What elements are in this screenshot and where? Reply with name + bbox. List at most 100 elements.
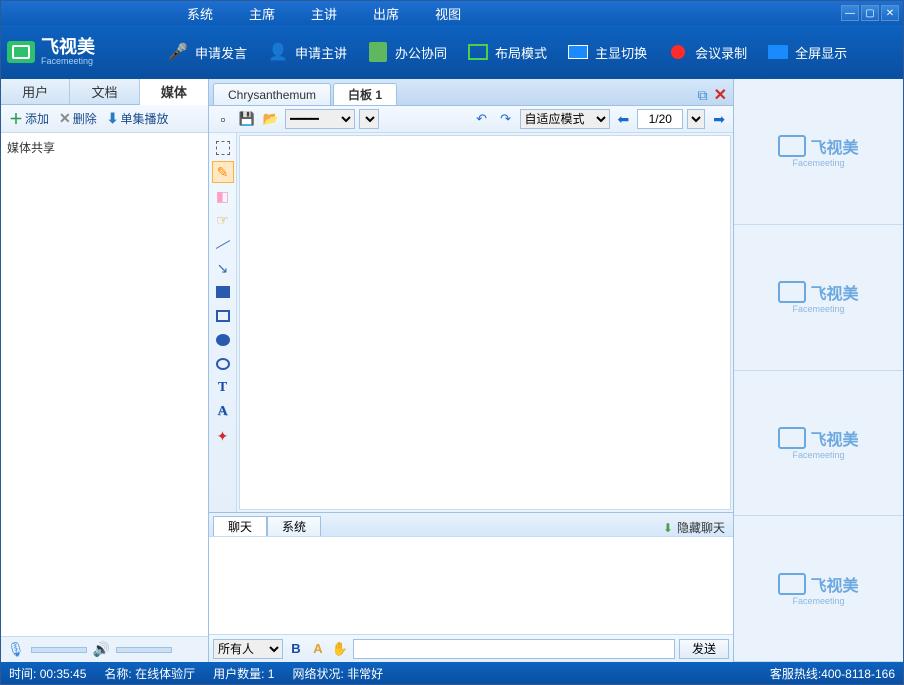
chat-target-select[interactable]: 所有人	[213, 639, 283, 659]
x-icon: ✕	[59, 110, 71, 127]
status-network: 网络状况: 非常好	[292, 665, 383, 682]
brand-sub: Facemeeting	[41, 56, 95, 66]
request-speak-button[interactable]: 🎤 申请发言	[157, 35, 257, 69]
layout-icon	[467, 41, 489, 63]
video-slot-3[interactable]: 飞视美Facemeeting	[734, 371, 903, 517]
new-doc-icon[interactable]: ▫	[213, 109, 233, 129]
chat-tabs: 聊天 系统 ⬇ 隐藏聊天	[209, 513, 733, 537]
next-page-icon[interactable]: ➡	[709, 111, 729, 128]
main-switch-button[interactable]: 主显切换	[557, 35, 657, 69]
speaker-volume-slider[interactable]	[116, 647, 172, 653]
rect-tool[interactable]	[212, 305, 234, 327]
text-tool[interactable]: T	[212, 377, 234, 399]
add-button[interactable]: ＋添加	[5, 107, 53, 131]
line-style-select[interactable]: ━━━━	[285, 109, 355, 129]
pen-tool[interactable]: ✎	[212, 161, 234, 183]
fit-mode-select[interactable]: 自适应模式	[520, 109, 610, 129]
left-panel: 用户 文档 媒体 ＋添加 ✕删除 ⬇单集播放 媒体共享 🎙 🔊	[1, 79, 209, 662]
menu-chair[interactable]: 主席	[231, 0, 293, 27]
hand-tool[interactable]: ☞	[212, 209, 234, 231]
arrow-tool[interactable]: ↘	[212, 257, 234, 279]
camera-icon	[778, 281, 806, 303]
chat-area: 聊天 系统 ⬇ 隐藏聊天 所有人 B A ✋ 发送	[209, 512, 733, 662]
delete-button[interactable]: ✕删除	[55, 108, 101, 129]
page-input[interactable]	[637, 109, 683, 129]
tab-media[interactable]: 媒体	[140, 79, 208, 105]
center-panel: Chrysanthemum 白板 1 ⧉ ✕ ▫ 💾 📂 ━━━━ ↶ ↷ 自适…	[209, 79, 733, 662]
save-icon[interactable]: 💾	[237, 109, 257, 129]
request-present-label: 申请主讲	[295, 43, 347, 62]
undo-icon[interactable]: ↶	[472, 109, 492, 129]
fullscreen-label: 全屏显示	[795, 43, 847, 62]
mic-volume-icon[interactable]: 🎙	[7, 641, 25, 658]
close-button[interactable]: ✕	[881, 5, 899, 21]
select-tool[interactable]	[212, 137, 234, 159]
emoji-icon[interactable]: ✋	[331, 640, 349, 658]
status-time: 时间: 00:35:45	[9, 665, 86, 682]
person-icon: 👤	[267, 41, 289, 63]
camera-icon	[778, 573, 806, 595]
laser-tool[interactable]: ✦	[212, 425, 234, 447]
chat-input[interactable]	[353, 639, 675, 659]
prev-page-icon[interactable]: ⬅	[614, 111, 634, 128]
fullscreen-button[interactable]: 全屏显示	[757, 35, 857, 69]
mic-icon: 🎤	[167, 41, 189, 63]
rect-fill-tool[interactable]	[212, 281, 234, 303]
ellipse-tool[interactable]	[212, 353, 234, 375]
left-panel-tabs: 用户 文档 媒体	[1, 79, 208, 105]
main-toolbar: 飞视美 Facemeeting 🎤 申请发言 👤 申请主讲 办公协同 布局模式 …	[1, 25, 903, 79]
layout-button[interactable]: 布局模式	[457, 35, 557, 69]
video-slot-2[interactable]: 飞视美Facemeeting	[734, 225, 903, 371]
mic-volume-slider[interactable]	[31, 647, 87, 653]
send-button[interactable]: 发送	[679, 639, 729, 659]
chat-tab-chat[interactable]: 聊天	[213, 516, 267, 536]
menu-presenter[interactable]: 主讲	[293, 0, 355, 27]
status-name: 名称: 在线体验厅	[104, 665, 195, 682]
request-present-button[interactable]: 👤 申请主讲	[257, 35, 357, 69]
record-button[interactable]: 会议录制	[657, 35, 757, 69]
status-bar: 时间: 00:35:45 名称: 在线体验厅 用户数量: 1 网络状况: 非常好…	[1, 662, 903, 684]
record-label: 会议录制	[695, 43, 747, 62]
media-share-section: 媒体共享	[1, 133, 208, 636]
menu-attend[interactable]: 出席	[355, 0, 417, 27]
chat-messages[interactable]	[209, 537, 733, 634]
tab-docs[interactable]: 文档	[70, 79, 139, 104]
play-single-button[interactable]: ⬇单集播放	[103, 108, 173, 129]
doc-tab-whiteboard1[interactable]: 白板 1	[333, 83, 397, 105]
camera-icon	[778, 427, 806, 449]
menu-system[interactable]: 系统	[169, 0, 231, 27]
left-panel-actions: ＋添加 ✕删除 ⬇单集播放	[1, 105, 208, 133]
text-art-tool[interactable]: A	[212, 401, 234, 423]
redo-icon[interactable]: ↷	[496, 109, 516, 129]
bold-icon[interactable]: B	[287, 640, 305, 658]
brand-name: 飞视美	[41, 38, 95, 56]
app-logo: 飞视美 Facemeeting	[7, 38, 157, 66]
download-icon: ⬇	[107, 110, 119, 127]
hide-chat-button[interactable]: ⬇ 隐藏聊天	[655, 519, 733, 536]
volume-bar: 🎙 🔊	[1, 636, 208, 662]
office-button[interactable]: 办公协同	[357, 35, 457, 69]
minimize-button[interactable]: —	[841, 5, 859, 21]
popout-icon[interactable]: ⧉	[698, 87, 708, 104]
maximize-button[interactable]: ▢	[861, 5, 879, 21]
line-tool[interactable]	[212, 233, 234, 255]
speaker-volume-icon[interactable]: 🔊	[93, 641, 110, 658]
video-slot-1[interactable]: 飞视美Facemeeting	[734, 79, 903, 225]
menu-view[interactable]: 视图	[417, 0, 479, 27]
color-select[interactable]	[359, 109, 379, 129]
office-label: 办公协同	[395, 43, 447, 62]
video-slot-4[interactable]: 飞视美Facemeeting	[734, 516, 903, 662]
camera-icon	[778, 135, 806, 157]
ellipse-fill-tool[interactable]	[212, 329, 234, 351]
open-icon[interactable]: 📂	[261, 109, 281, 129]
page-dropdown[interactable]	[687, 109, 705, 129]
close-tab-icon[interactable]: ✕	[714, 85, 727, 105]
doc-tab-chrysanthemum[interactable]: Chrysanthemum	[213, 83, 331, 105]
eraser-tool[interactable]: ◧	[212, 185, 234, 207]
whiteboard-canvas[interactable]	[239, 135, 731, 510]
chat-tab-system[interactable]: 系统	[267, 516, 321, 536]
request-speak-label: 申请发言	[195, 43, 247, 62]
font-icon[interactable]: A	[309, 640, 327, 658]
tab-users[interactable]: 用户	[1, 79, 70, 104]
document-tabs: Chrysanthemum 白板 1 ⧉ ✕	[209, 79, 733, 105]
